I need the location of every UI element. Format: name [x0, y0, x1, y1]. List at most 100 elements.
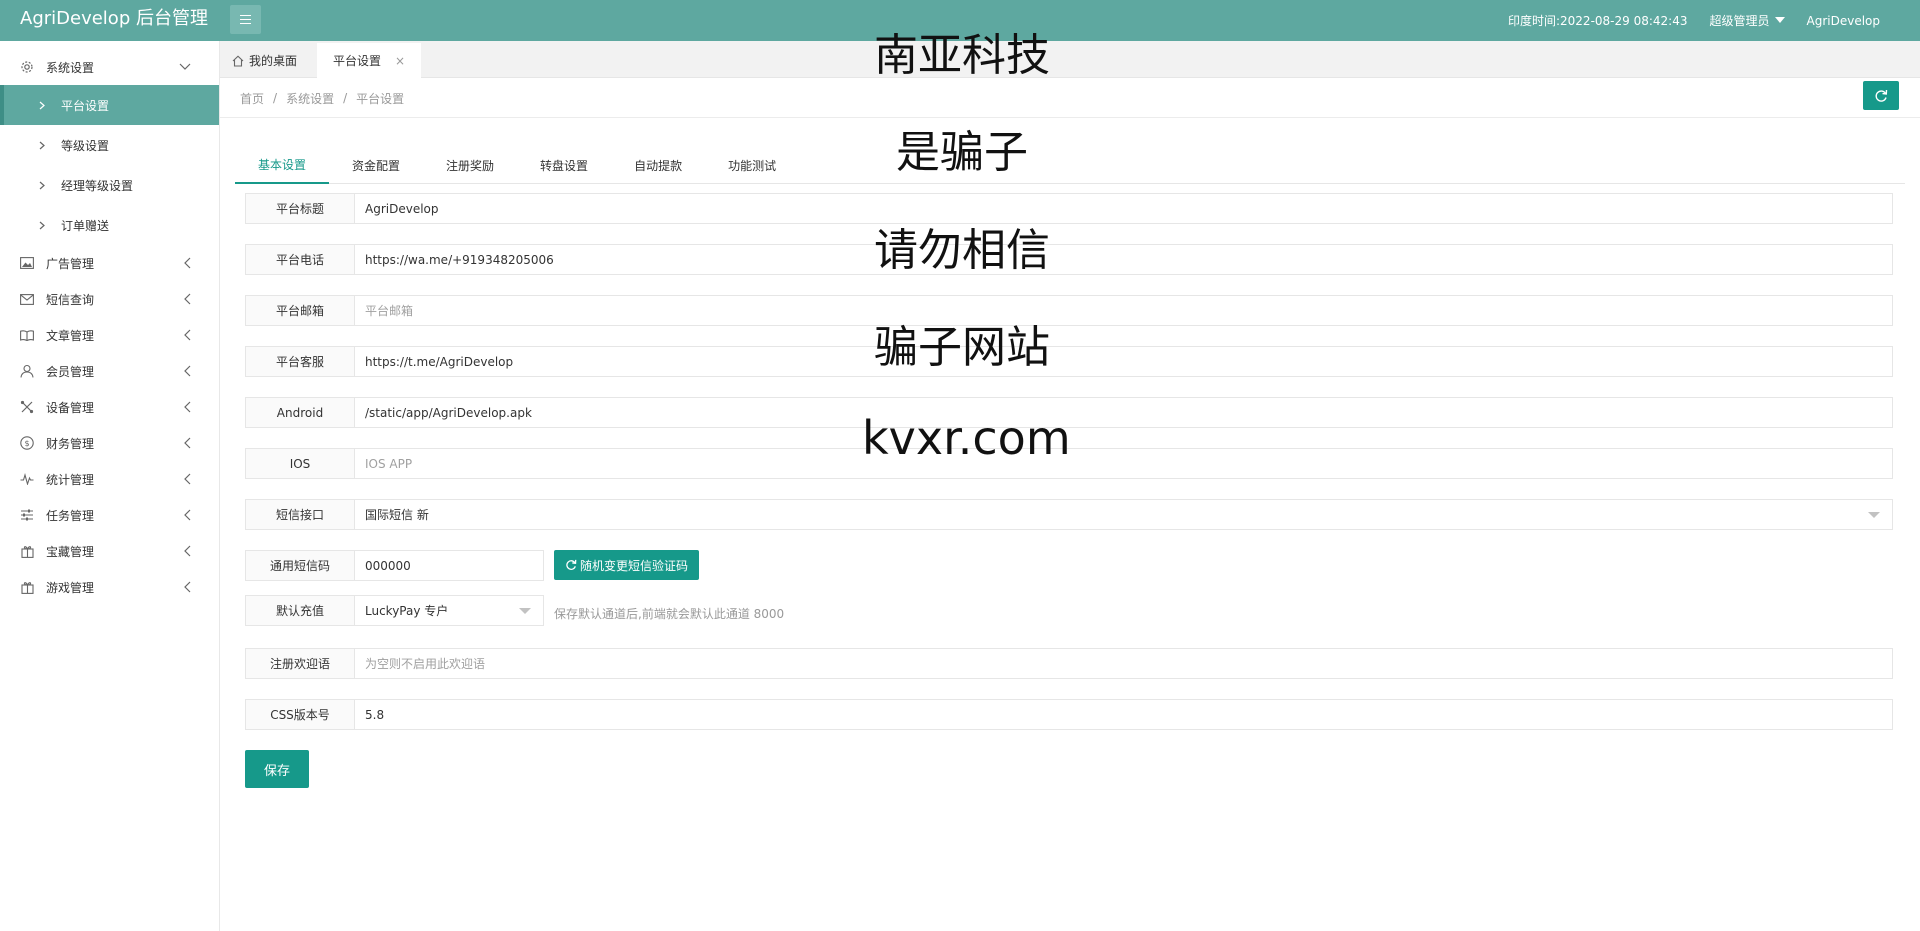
sidebar-item-games[interactable]: 游戏管理	[0, 569, 219, 605]
default-recharge-select[interactable]: LuckyPay 专户	[354, 595, 544, 626]
admin-app: AgriDevelop 后台管理 印度时间:2022-08-29 08:42:4…	[0, 0, 1920, 931]
sidebar-sub-order-gift[interactable]: 订单赠送	[0, 205, 219, 245]
form-row-recharge: 默认充值 LuckyPay 专户	[245, 595, 544, 626]
top-right-area: 印度时间:2022-08-29 08:42:43 超级管理员 AgriDevel…	[1508, 0, 1920, 41]
save-button[interactable]: 保存	[245, 750, 309, 788]
role-dropdown[interactable]: 超级管理员	[1709, 12, 1785, 29]
random-sms-code-label: 随机变更短信验证码	[579, 558, 688, 573]
sidebar-sub-manager-level[interactable]: 经理等级设置	[0, 165, 219, 205]
sidebar-item-stats[interactable]: 统计管理	[0, 461, 219, 497]
breadcrumb-bar: 首页 / 系统设置 / 平台设置	[220, 78, 1920, 118]
sidebar-item-label: 宝藏管理	[46, 544, 95, 559]
tools-icon	[20, 400, 34, 414]
close-icon[interactable]: ×	[395, 54, 405, 68]
sidebar-item-tasks[interactable]: 任务管理	[0, 497, 219, 533]
watermark-line: 是骗子	[896, 127, 1028, 178]
sidebar-item-members[interactable]: 会员管理	[0, 353, 219, 389]
chevron-left-icon	[184, 533, 191, 569]
field-label: 平台电话	[245, 244, 354, 275]
form-row-service: 平台客服 https://t.me/AgriDevelop	[245, 346, 1893, 377]
random-sms-code-button[interactable]: 随机变更短信验证码	[554, 550, 699, 580]
sidebar-sub-platform[interactable]: 平台设置	[0, 85, 219, 125]
platform-email-input[interactable]: 平台邮箱	[354, 295, 1893, 326]
gear-icon	[20, 60, 34, 74]
refresh-icon	[565, 559, 577, 571]
sidebar-item-label: 统计管理	[46, 472, 95, 487]
sidebar-sub-label: 经理等级设置	[61, 178, 134, 193]
page-tab-desktop[interactable]: 我的桌面	[220, 43, 309, 78]
chevron-right-icon	[39, 221, 51, 230]
platform-phone-input[interactable]: https://wa.me/+919348205006	[354, 244, 1893, 275]
breadcrumb-system[interactable]: 系统设置	[286, 90, 334, 107]
form-row-title: 平台标题 AgriDevelop	[245, 193, 1893, 224]
field-label: CSS版本号	[245, 699, 354, 730]
sidebar-item-label: 会员管理	[46, 364, 95, 379]
sidebar-item-label: 游戏管理	[46, 580, 95, 595]
field-label: 平台标题	[245, 193, 354, 224]
role-label: 超级管理员	[1709, 14, 1770, 28]
chevron-left-icon	[184, 389, 191, 425]
sidebar-item-label: 广告管理	[46, 256, 95, 271]
sidebar-item-system[interactable]: 系统设置	[0, 49, 219, 85]
tab-wheel[interactable]: 转盘设置	[517, 146, 611, 184]
css-version-input[interactable]: 5.8	[354, 699, 1893, 730]
watermark-line: 骗子网站	[874, 322, 1050, 373]
menu-toggle-button[interactable]	[230, 5, 261, 34]
sidebar-item-finance[interactable]: $ 财务管理	[0, 425, 219, 461]
page-tab-label: 平台设置	[333, 54, 382, 68]
user-name[interactable]: AgriDevelop	[1807, 14, 1881, 28]
chevron-right-icon	[39, 101, 51, 110]
chevron-left-icon	[184, 281, 191, 317]
platform-title-input[interactable]: AgriDevelop	[354, 193, 1893, 224]
sidebar-sub-label: 等级设置	[61, 138, 110, 153]
sidebar-item-label: 财务管理	[46, 436, 95, 451]
sidebar-item-treasure[interactable]: 宝藏管理	[0, 533, 219, 569]
sms-code-input[interactable]: 000000	[354, 550, 544, 581]
refresh-button[interactable]	[1863, 81, 1899, 110]
chevron-down-icon	[179, 49, 191, 85]
breadcrumb-current: 平台设置	[356, 91, 405, 106]
watermark-line: 请勿相信	[874, 225, 1050, 276]
tab-funds[interactable]: 资金配置	[329, 146, 423, 184]
android-url-input[interactable]: /static/app/AgriDevelop.apk	[354, 397, 1893, 428]
server-time: 印度时间:2022-08-29 08:42:43	[1507, 14, 1688, 28]
default-recharge-value: LuckyPay 专户	[365, 604, 449, 618]
sidebar-item-articles[interactable]: 文章管理	[0, 317, 219, 353]
sidebar-item-sms[interactable]: 短信查询	[0, 281, 219, 317]
tab-auto-withdraw[interactable]: 自动提款	[611, 146, 705, 184]
welcome-message-input[interactable]: 为空则不启用此欢迎语	[354, 648, 1893, 679]
dropdown-arrow-icon	[1868, 512, 1880, 518]
sidebar-item-label: 短信查询	[46, 292, 95, 307]
breadcrumb: 首页 / 系统设置 / 平台设置	[240, 78, 404, 118]
chevron-left-icon	[184, 353, 191, 389]
breadcrumb-home[interactable]: 首页	[240, 90, 264, 107]
field-label: 短信接口	[245, 499, 354, 530]
sidebar-sub-level[interactable]: 等级设置	[0, 125, 219, 165]
sms-api-select[interactable]: 国际短信 新	[354, 499, 1893, 530]
refresh-icon	[1874, 89, 1888, 103]
sidebar-item-label: 任务管理	[46, 508, 95, 523]
page-tab-platform[interactable]: 平台设置 ×	[317, 43, 422, 78]
home-icon	[232, 54, 244, 67]
form-row-sms-code: 通用短信码 000000	[245, 550, 544, 581]
breadcrumb-separator: /	[343, 91, 348, 105]
tab-register-reward[interactable]: 注册奖励	[423, 146, 517, 184]
sms-api-value: 国际短信 新	[365, 508, 429, 522]
tab-function-test[interactable]: 功能测试	[705, 146, 799, 184]
form-row-sms-api: 短信接口 国际短信 新	[245, 499, 1893, 530]
svg-text:$: $	[24, 439, 29, 448]
ios-url-input[interactable]: IOS APP	[354, 448, 1893, 479]
sliders-icon	[20, 508, 34, 522]
sidebar-item-label: 文章管理	[46, 328, 95, 343]
form-row-email: 平台邮箱 平台邮箱	[245, 295, 1893, 326]
book-icon	[20, 328, 34, 342]
tab-basic[interactable]: 基本设置	[235, 146, 330, 184]
mail-icon	[20, 292, 34, 306]
platform-service-input[interactable]: https://t.me/AgriDevelop	[354, 346, 1893, 377]
chevron-left-icon	[184, 425, 191, 461]
sidebar-item-ads[interactable]: 广告管理	[0, 245, 219, 281]
sidebar-item-devices[interactable]: 设备管理	[0, 389, 219, 425]
watermark-line: kvxr.com	[862, 411, 1071, 465]
chevron-left-icon	[184, 461, 191, 497]
field-label: 通用短信码	[245, 550, 354, 581]
